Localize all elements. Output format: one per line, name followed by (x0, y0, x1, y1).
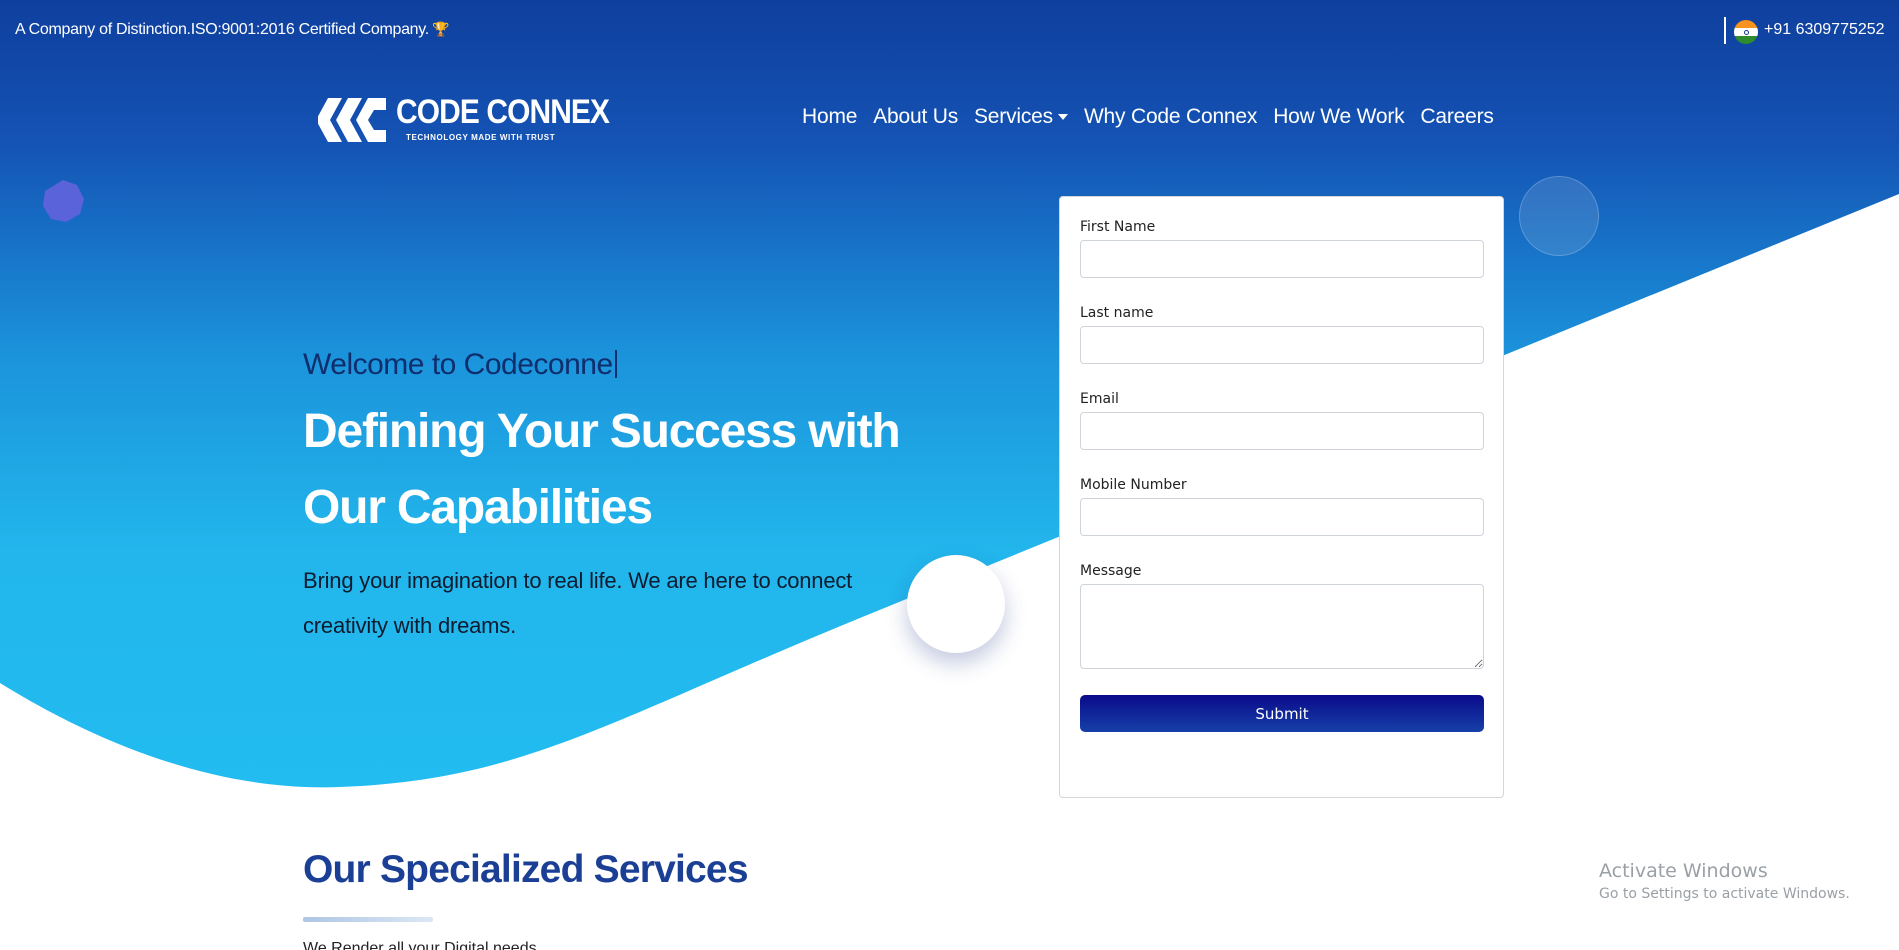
topbar-divider (1724, 17, 1726, 44)
main-navigation: Home About Us Services Why Code Connex H… (802, 105, 1510, 129)
email-group: Email (1080, 391, 1484, 450)
last-name-label: Last name (1080, 305, 1154, 321)
trophy-icon: 🏆 (431, 21, 450, 37)
submit-button[interactable]: Submit (1080, 695, 1484, 732)
code-connex-logo[interactable]: CODE CONNEX TECHNOLOGY MADE WITH TRUST (318, 92, 610, 148)
company-tagline-text: A Company of Distinction.ISO:9001:2016 C… (15, 21, 429, 38)
hero-text-block: Welcome to Codeconne Defining Your Succe… (303, 348, 953, 648)
mobile-number-input[interactable] (1080, 498, 1484, 536)
nav-services-label: Services (974, 105, 1053, 128)
nav-home[interactable]: Home (802, 105, 857, 129)
phone-number-link[interactable]: +91 6309775252 (1764, 21, 1885, 39)
nav-about-us[interactable]: About Us (873, 105, 958, 129)
windows-activation-watermark: Activate Windows Go to Settings to activ… (1599, 860, 1850, 902)
hero-lead: Bring your imagination to real life. We … (303, 558, 953, 648)
contact-form: First Name Last name Email Mobile Number… (1059, 196, 1504, 798)
hero-lead-line1: Bring your imagination to real life. We … (303, 568, 853, 593)
chevron-down-icon (1057, 114, 1068, 121)
logo-brand-text: CODE CONNEX (396, 93, 610, 131)
nav-services[interactable]: Services (974, 105, 1068, 129)
message-label: Message (1080, 563, 1142, 579)
hero-headline-line1: Defining Your Success with (303, 405, 901, 458)
section-subtitle: We Render all your Digital needs (303, 940, 537, 950)
message-group: Message (1080, 563, 1484, 669)
watermark-line2: Go to Settings to activate Windows. (1599, 886, 1850, 902)
message-textarea[interactable] (1080, 584, 1484, 669)
hero-welcome: Welcome to Codeconne (303, 348, 953, 382)
logo-mark-icon (318, 98, 386, 142)
first-name-input[interactable] (1080, 240, 1484, 278)
first-name-label: First Name (1080, 219, 1156, 235)
decorative-polygon (43, 180, 84, 222)
section-title: Our Specialized Services (303, 848, 749, 891)
mobile-number-label: Mobile Number (1080, 477, 1187, 493)
typing-cursor (614, 350, 617, 378)
hero-lead-line2: creativity with dreams. (303, 613, 517, 638)
watermark-line1: Activate Windows (1599, 860, 1768, 882)
india-flag-icon (1734, 20, 1758, 44)
logo-tagline-text: TECHNOLOGY MADE WITH TRUST (406, 133, 556, 142)
hero-welcome-text: Welcome to Codeconne (303, 348, 613, 381)
email-label: Email (1080, 391, 1119, 407)
company-tagline: A Company of Distinction.ISO:9001:2016 C… (15, 21, 449, 39)
nav-how-we-work[interactable]: How We Work (1273, 105, 1404, 129)
mobile-number-group: Mobile Number (1080, 477, 1484, 536)
email-input[interactable] (1080, 412, 1484, 450)
top-info-bar: A Company of Distinction.ISO:9001:2016 C… (0, 0, 1899, 60)
first-name-group: First Name (1080, 219, 1484, 278)
section-title-underline (303, 917, 433, 922)
hero-headline: Defining Your Success with Our Capabilit… (303, 394, 953, 546)
last-name-input[interactable] (1080, 326, 1484, 364)
last-name-group: Last name (1080, 305, 1484, 364)
decorative-circle (1519, 176, 1599, 256)
nav-careers[interactable]: Careers (1420, 105, 1493, 129)
hero-headline-line2: Our Capabilities (303, 481, 653, 534)
nav-why-code-connex[interactable]: Why Code Connex (1084, 105, 1257, 129)
